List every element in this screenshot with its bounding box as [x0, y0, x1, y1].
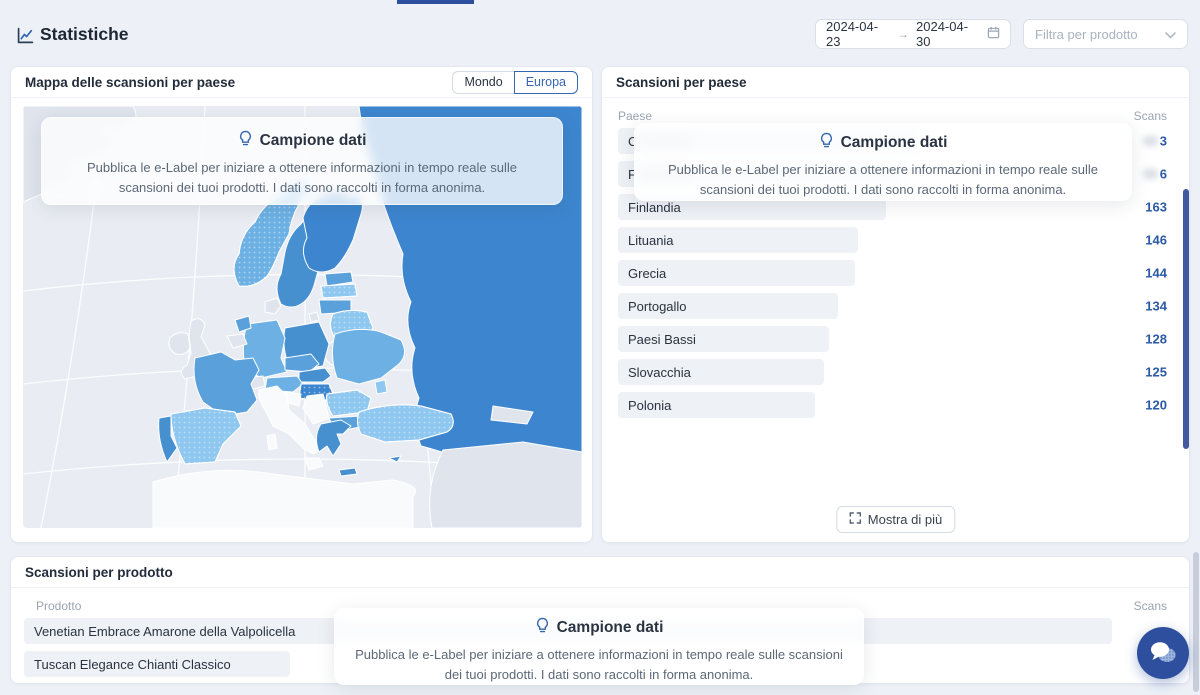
map-country-crete	[339, 468, 357, 476]
product-panel-title: Scansioni per prodotto	[25, 565, 173, 580]
date-from[interactable]: 2024-04-23	[826, 19, 890, 49]
row-label: Polonia	[628, 398, 671, 413]
row-scans-value: 3	[1143, 134, 1167, 149]
map-panel-title: Mappa delle scansioni per paese	[25, 75, 235, 90]
table-row[interactable]: Polonia 120	[602, 392, 1189, 418]
calendar-icon	[987, 26, 1000, 42]
row-scans-value: 125	[1145, 365, 1167, 380]
map-country-moldova	[375, 380, 387, 394]
product-scans-panel: Scansioni per prodotto Prodotto Scans Ve…	[10, 556, 1190, 684]
row-scans-value: 144	[1145, 266, 1167, 281]
show-more-button[interactable]: Mostra di più	[836, 506, 955, 533]
map-country-sardinia	[267, 434, 277, 450]
lightbulb-icon	[238, 130, 253, 151]
col-scans: Scans	[1134, 109, 1167, 123]
country-panel-title: Scansioni per paese	[616, 75, 747, 90]
product-panel-header: Scansioni per prodotto	[11, 557, 1189, 588]
row-scans-value: 128	[1145, 332, 1167, 347]
row-scans-value: 146	[1145, 233, 1167, 248]
scan-bar: Tuscan Elegance Chianti Classico	[24, 651, 290, 677]
row-label: Venetian Embrace Amarone della Valpolice…	[34, 624, 295, 639]
row-label: Paesi Bassi	[628, 332, 696, 347]
scan-bar: Paesi Bassi	[618, 326, 829, 352]
blurred-text	[1143, 169, 1158, 180]
map-panel: Mappa delle scansioni per paese Mondo Eu…	[10, 66, 593, 543]
page-title: Statistiche	[40, 24, 129, 45]
lightbulb-icon	[819, 132, 834, 153]
sample-data-title: Campione dati	[335, 617, 863, 638]
table-row[interactable]: Slovacchia 125	[602, 359, 1189, 385]
country-column-headers: Paese Scans	[618, 109, 1167, 123]
sample-data-body: Pubblica le e-Label per iniziare a otten…	[349, 645, 849, 685]
col-scans: Scans	[1134, 599, 1167, 613]
table-row[interactable]: Lituania 146	[602, 227, 1189, 253]
sample-data-overlay-map: Campione dati Pubblica le e-Label per in…	[41, 117, 563, 205]
row-label: Slovacchia	[628, 365, 691, 380]
sample-data-overlay-country: Campione dati Pubblica le e-Label per in…	[634, 123, 1132, 201]
date-to[interactable]: 2024-04-30	[916, 19, 980, 49]
lightbulb-icon	[535, 617, 550, 638]
expand-icon	[849, 512, 861, 527]
line-chart-icon	[17, 27, 34, 49]
scan-bar: Polonia	[618, 392, 815, 418]
map-region-middle-east	[430, 442, 582, 528]
row-label: Finlandia	[628, 200, 681, 215]
table-row[interactable]: Portogallo 134	[602, 293, 1189, 319]
row-label: Tuscan Elegance Chianti Classico	[34, 657, 231, 672]
row-label: Grecia	[628, 266, 666, 281]
col-paese: Paese	[618, 109, 652, 123]
table-row[interactable]: Paesi Bassi 128	[602, 326, 1189, 352]
chat-widget-button[interactable]	[1137, 627, 1189, 679]
map-country-kaliningrad	[309, 312, 319, 322]
map-country-latvia-texture	[321, 284, 357, 298]
scan-bar: Grecia	[618, 260, 855, 286]
country-list-scrollbar-thumb[interactable]	[1183, 189, 1189, 449]
toggle-world-button[interactable]: Mondo	[452, 71, 513, 94]
sample-data-title: Campione dati	[635, 132, 1131, 153]
country-panel-header: Scansioni per paese	[602, 67, 1189, 98]
table-row[interactable]: Grecia 144	[602, 260, 1189, 286]
row-label: Lituania	[628, 233, 674, 248]
page-header: Statistiche 2024-04-23 → 2024-04-30 Filt…	[0, 0, 1200, 60]
date-range-picker[interactable]: 2024-04-23 → 2024-04-30	[815, 19, 1011, 49]
page-scrollbar-track[interactable]	[1192, 0, 1200, 695]
row-scans-value: 163	[1145, 200, 1167, 215]
chat-bubbles-icon	[1148, 639, 1178, 667]
country-scans-panel: Scansioni per paese Paese Scans C3F6Finl…	[601, 66, 1190, 543]
sample-data-body: Pubblica le e-Label per iniziare a otten…	[648, 160, 1118, 200]
sample-data-overlay-product: Campione dati Pubblica le e-Label per in…	[334, 608, 864, 685]
col-prodotto: Prodotto	[36, 599, 81, 613]
show-more-label: Mostra di più	[868, 512, 942, 527]
product-filter-placeholder: Filtra per prodotto	[1035, 27, 1138, 42]
blurred-text	[1143, 136, 1158, 147]
sample-data-body: Pubblica le e-Label per iniziare a otten…	[72, 158, 532, 198]
row-scans-value: 134	[1145, 299, 1167, 314]
row-scans-value: 120	[1145, 398, 1167, 413]
map-panel-header: Mappa delle scansioni per paese Mondo Eu…	[11, 67, 592, 98]
page-scrollbar-thumb[interactable]	[1193, 552, 1199, 692]
scan-bar: Lituania	[618, 227, 858, 253]
chevron-down-icon	[1165, 27, 1176, 42]
map-scope-toggle: Mondo Europa	[452, 71, 578, 94]
sample-data-title: Campione dati	[42, 130, 562, 151]
arrow-right-icon: →	[897, 27, 909, 41]
product-filter-select[interactable]: Filtra per prodotto	[1023, 19, 1188, 49]
row-label: Portogallo	[628, 299, 687, 314]
map-country-ireland	[169, 333, 190, 355]
toggle-europe-button[interactable]: Europa	[514, 71, 578, 94]
row-scans-value: 6	[1143, 167, 1167, 182]
scan-bar: Portogallo	[618, 293, 838, 319]
scan-bar: Slovacchia	[618, 359, 824, 385]
